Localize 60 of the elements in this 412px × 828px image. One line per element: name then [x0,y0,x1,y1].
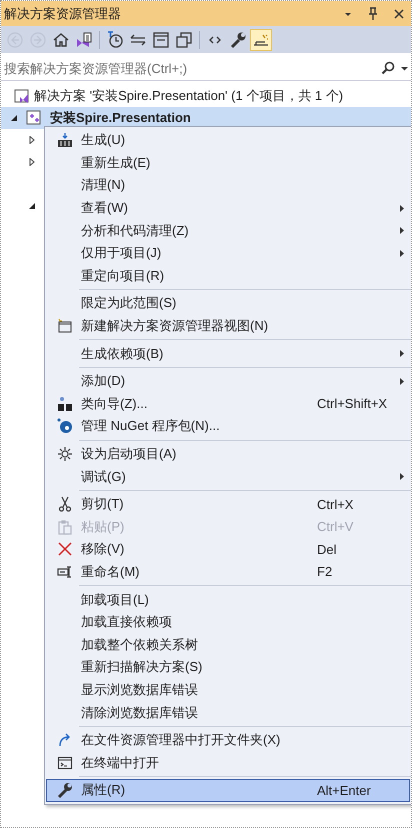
menu-item[interactable]: 类向导(Z)... Ctrl+Shift+X [46,392,410,416]
menu-item[interactable]: 重新扫描解决方案(S) [46,656,410,679]
clipboard-icon [57,518,73,535]
menu-item[interactable]: 清除浏览数据库错误 [46,701,410,724]
menu-item[interactable]: 加载直接依赖项 [46,610,410,634]
build-icon [57,132,73,148]
menu-item[interactable]: 清理(N) [46,174,410,197]
menu-item[interactable]: 重命名(M) F2 [46,560,410,584]
menu-item[interactable]: 显示浏览数据库错误 [46,678,410,702]
menu-item[interactable]: 卸载项目(L) [46,588,410,611]
project-label: 安装Spire.Presentation [50,109,191,127]
gear-icon [57,446,73,462]
rename-icon [57,564,73,580]
expand-arrow-icon[interactable] [28,136,36,144]
scissors-icon [57,496,73,512]
home-icon [52,30,70,48]
menu-item[interactable]: 在文件资源管理器中打开文件夹(X) [46,728,410,752]
menu-item[interactable]: 重定向项目(R) [46,264,410,288]
menu-item[interactable]: 剪切(T) Ctrl+X [46,492,410,516]
submenu-arrow-icon [400,227,404,234]
close-icon [57,541,73,558]
menu-item[interactable]: 限定为此范围(S) [46,292,410,315]
search-icon[interactable] [381,61,395,75]
menu-item[interactable]: 调试(G) [46,465,410,488]
history-icon [106,30,124,48]
search-field[interactable]: 搜索解决方案资源管理器(Ctrl+;) [1,58,381,78]
close-icon[interactable] [393,8,405,20]
menu-item[interactable]: 设为启动项目(A) [46,442,410,466]
submenu-arrow-icon [400,250,404,257]
menu-item[interactable]: 添加(D) [46,370,410,393]
submenu-arrow-icon [400,350,404,358]
wrench-icon [229,30,247,48]
menu-item[interactable]: 管理 NuGet 程序包(N)... [46,415,410,438]
menu-item[interactable]: 查看(W) [46,196,410,220]
menu-item[interactable]: 新建解决方案资源管理器视图(N) [46,314,410,338]
dropdown-icon[interactable] [401,66,408,70]
submenu-arrow-icon [400,378,404,385]
wrench-icon [57,782,73,798]
submenu-arrow-icon [400,473,404,480]
new-window-icon [57,318,73,334]
solution-label: 解决方案 '安装Spire.Presentation' (1 个项目，共 1 个) [34,87,344,105]
menu-item[interactable]: 重新生成(E) [46,152,410,174]
expand-arrow-icon[interactable] [10,114,18,122]
menu-item[interactable]: 移除(V) Del [46,538,410,561]
copy-icon [175,30,193,48]
menu-item[interactable]: 在终端中打开 [46,751,410,774]
collapse-icon [152,30,170,48]
menu-item[interactable]: 分析和代码清理(Z) [46,219,410,242]
menu-item[interactable]: 生成依赖项(B) [46,342,410,365]
expand-arrow-icon[interactable] [28,158,36,166]
menu-item[interactable]: 属性(R) Alt+Enter [46,779,410,802]
expand-arrow-icon[interactable] [28,202,36,210]
terminal-icon [57,754,73,771]
submenu-arrow-icon [400,204,404,212]
menu-item[interactable]: 生成(U) [46,129,410,152]
menu-item[interactable]: 加载整个依赖关系树 [46,633,410,656]
pin-icon[interactable] [367,6,379,20]
menu-item[interactable]: 仅用于项目(J) [46,242,410,265]
window-title: 解决方案资源管理器 [4,4,122,22]
solution-row[interactable]: 解决方案 '安装Spire.Presentation' (1 个项目，共 1 个) [1,85,411,107]
